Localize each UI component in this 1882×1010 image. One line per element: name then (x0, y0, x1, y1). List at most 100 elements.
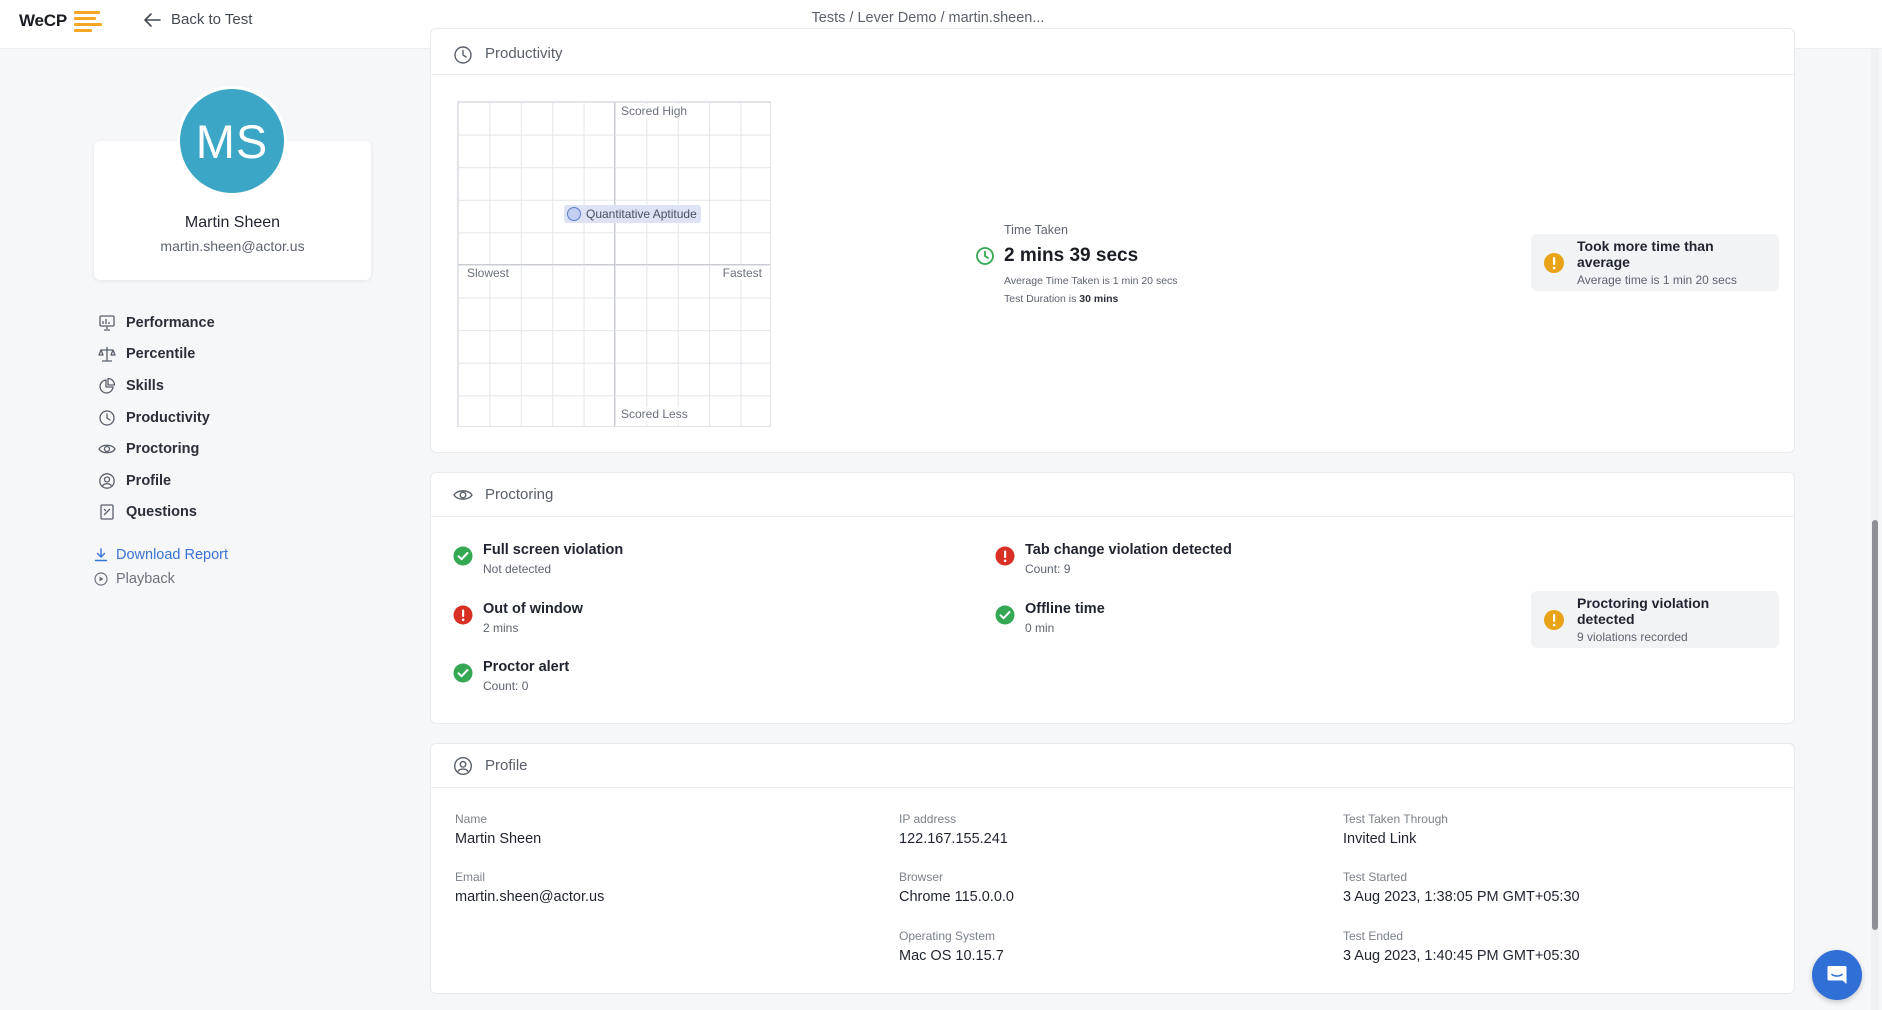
chart-horizontal-axis (458, 264, 770, 265)
time-alert: Took more time than average Average time… (1531, 234, 1779, 291)
sidebar-item-label: Profile (126, 472, 172, 489)
profile-field-ip: IP address 122.167.155.241 (899, 812, 1008, 847)
sidebar-item-percentile[interactable]: Percentile (98, 339, 215, 371)
scrollbar-thumb[interactable] (1872, 520, 1878, 930)
eye-icon (98, 444, 116, 454)
chart-label-left: Slowest (465, 266, 512, 280)
field-label: Name (455, 812, 488, 826)
profile-card: Profile Name Martin Sheen Email martin.s… (430, 743, 1795, 994)
sidebar-item-questions[interactable]: Questions (98, 497, 215, 529)
chat-icon (1827, 966, 1847, 984)
proctoring-item-out-of-window: Out of window 2 mins (453, 601, 583, 635)
field-value: 122.167.155.241 (899, 831, 1008, 847)
warning-icon (1544, 252, 1564, 273)
proctoring-item-subtitle: Count: 0 (483, 679, 529, 693)
productivity-header: Productivity (431, 29, 1794, 75)
average-time-text: Average Time Taken is 1 min 20 secs (1004, 275, 1178, 287)
download-report-link[interactable]: Download Report (94, 547, 228, 563)
proctoring-item-subtitle: Count: 9 (1025, 562, 1071, 576)
performance-icon (99, 315, 115, 331)
chat-button[interactable] (1812, 950, 1862, 1000)
time-taken-label: Time Taken (1004, 223, 1068, 237)
profile-field-name: Name Martin Sheen (455, 812, 541, 847)
proctoring-item-full-screen: Full screen violation Not detected (453, 542, 623, 576)
play-icon (94, 572, 108, 586)
field-label: Test Ended (1343, 929, 1404, 943)
proctoring-item-subtitle: 2 mins (483, 621, 519, 635)
proctoring-item-title: Full screen violation (483, 542, 624, 558)
field-value: Chrome 115.0.0.0 (899, 889, 1014, 905)
sidebar-item-profile[interactable]: Profile (98, 465, 215, 497)
field-label: Operating System (899, 929, 996, 943)
sidebar-item-label: Skills (126, 377, 164, 394)
sidebar-item-label: Questions (126, 504, 197, 521)
sidebar-item-proctoring[interactable]: Proctoring (98, 433, 215, 465)
chart-label-right: Fastest (720, 266, 764, 280)
questions-icon (100, 504, 114, 521)
proctoring-item-tab-change: Tab change violation detected Count: 9 (995, 542, 1232, 576)
sidebar-item-label: Performance (126, 314, 215, 331)
profile-field-taken-through: Test Taken Through Invited Link (1343, 812, 1448, 847)
user-circle-icon (99, 472, 115, 489)
time-alert-subtitle: Average time is 1 min 20 secs (1577, 273, 1737, 287)
profile-field-os: Operating System Mac OS 10.15.7 (899, 929, 1004, 964)
proctoring-item-subtitle: Not detected (483, 562, 552, 576)
proctoring-alert-subtitle: 9 violations recorded (1577, 630, 1688, 644)
download-report-label: Download Report (116, 547, 229, 563)
field-value: 3 Aug 2023, 1:40:45 PM GMT+05:30 (1343, 948, 1580, 964)
check-circle-icon (995, 605, 1015, 625)
error-circle-icon (453, 605, 473, 625)
playback-label: Playback (116, 571, 175, 587)
profile-header: Profile (431, 744, 1794, 788)
sidebar-item-label: Proctoring (126, 441, 200, 458)
clock-icon (454, 46, 472, 64)
sidebar-item-productivity[interactable]: Productivity (98, 402, 215, 434)
proctoring-header: Proctoring (431, 473, 1794, 517)
proctoring-alert-title: Proctoring violation detected (1577, 595, 1710, 627)
field-value: Mac OS 10.15.7 (899, 948, 1004, 964)
proctoring-item-title: Proctor alert (483, 659, 570, 675)
sidebar-item-label: Productivity (126, 409, 210, 426)
chart-point[interactable]: Quantitative Aptitude (564, 205, 701, 223)
chart-point-label: Quantitative Aptitude (586, 207, 697, 221)
time-alert-title: Took more time than average (1577, 238, 1714, 270)
chart-label-top: Scored High (619, 104, 690, 118)
chart-label-bottom: Scored Less (619, 407, 690, 421)
error-circle-icon (995, 546, 1015, 566)
proctoring-item-subtitle: 0 min (1025, 621, 1055, 635)
proctoring-alert: Proctoring violation detected 9 violatio… (1531, 591, 1779, 648)
download-icon (94, 548, 108, 562)
proctoring-card: Proctoring Full screen violation Not det… (430, 472, 1795, 724)
productivity-quadrant-chart: Scored High Scored Less Slowest Fastest … (457, 101, 771, 427)
time-taken-value-row: 2 mins 39 secs (975, 245, 1138, 267)
check-circle-icon (453, 663, 473, 683)
profile-field-email: Email martin.sheen@actor.us (455, 870, 604, 905)
avatar: MS (177, 86, 287, 196)
field-label: Test Started (1343, 870, 1408, 884)
test-duration-value: 30 mins (1079, 293, 1119, 305)
breadcrumb: Tests / Lever Demo / martin.sheen... (811, 10, 1045, 26)
pie-chart-icon (99, 377, 116, 394)
sidebar-item-skills[interactable]: Skills (98, 370, 215, 402)
profile-field-browser: Browser Chrome 115.0.0.0 (899, 870, 1014, 905)
clock-icon (99, 409, 115, 426)
playback-link[interactable]: Playback (94, 571, 175, 587)
test-duration-prefix: Test Duration is (1004, 293, 1077, 305)
proctoring-item-title: Offline time (1025, 601, 1105, 617)
point-marker-icon (567, 207, 581, 221)
field-value: Martin Sheen (455, 831, 542, 847)
productivity-title: Productivity (485, 45, 563, 62)
proctoring-item-title: Out of window (483, 601, 583, 617)
check-circle-icon (453, 546, 473, 566)
field-value: 3 Aug 2023, 1:38:05 PM GMT+05:30 (1343, 889, 1580, 905)
field-label: Email (455, 870, 486, 884)
sidebar-nav: Performance Percentile Skills Productivi… (98, 307, 215, 528)
profile-field-test-started: Test Started 3 Aug 2023, 1:38:05 PM GMT+… (1343, 870, 1580, 905)
sidebar-item-performance[interactable]: Performance (98, 307, 215, 339)
proctoring-item-title: Tab change violation detected (1025, 542, 1232, 558)
field-value: martin.sheen@actor.us (455, 889, 605, 905)
field-value: Invited Link (1343, 831, 1417, 847)
proctoring-item-offline-time: Offline time 0 min (995, 601, 1105, 635)
field-label: Browser (899, 870, 944, 884)
warning-icon (1544, 609, 1564, 630)
